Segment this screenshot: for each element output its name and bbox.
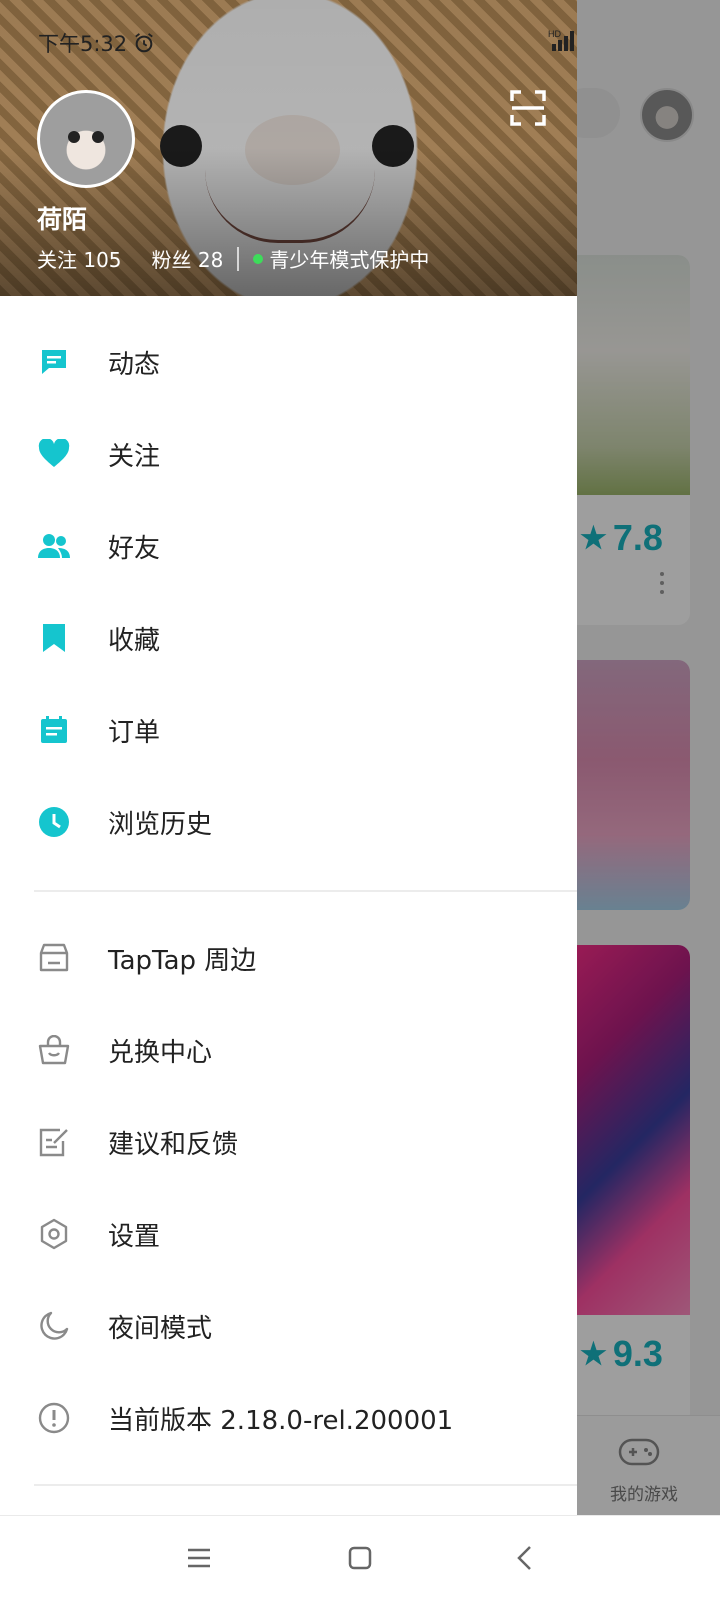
menu-item-redeem-center[interactable]: 兑换中心 (0, 1004, 577, 1096)
navigation-drawer: 下午5:32 HD 69 荷陌 关注 105 (0, 0, 577, 1515)
profile-stats: 关注 105 粉丝 28 青少年模式保护中 (37, 244, 429, 273)
profile-avatar[interactable] (37, 90, 135, 188)
menu-item-following[interactable]: 关注 (0, 408, 577, 500)
menu-divider (34, 890, 577, 892)
back-button[interactable] (510, 1542, 542, 1574)
menu-item-taptap-merch[interactable]: TapTap 周边 (0, 912, 577, 1004)
teen-mode-status[interactable]: 青少年模式保护中 (269, 244, 429, 273)
svg-text:HD: HD (548, 29, 561, 39)
home-button[interactable] (344, 1542, 376, 1574)
bookmark-icon (38, 622, 70, 654)
menu-item-version[interactable]: 当前版本 2.18.0-rel.200001 (0, 1372, 577, 1464)
system-navigation-bar (0, 1515, 720, 1601)
menu-item-favorites[interactable]: 收藏 (0, 592, 577, 684)
store-icon (38, 942, 70, 974)
menu-item-friends[interactable]: 好友 (0, 500, 577, 592)
status-bar-time: 下午5:32 (38, 28, 155, 58)
secondary-menu: TapTap 周边 兑换中心 建议和反馈 设置 夜间模式 当前版本 2.18.0… (0, 912, 577, 1464)
menu-divider (34, 1484, 577, 1486)
menu-item-orders[interactable]: 订单 (0, 684, 577, 776)
feed-icon (38, 346, 70, 378)
feedback-icon (38, 1126, 70, 1158)
menu-item-night-mode[interactable]: 夜间模式 (0, 1280, 577, 1372)
menu-item-feedback[interactable]: 建议和反馈 (0, 1096, 577, 1188)
settings-icon (38, 1218, 70, 1250)
menu-item-feed[interactable]: 动态 (0, 316, 577, 408)
moon-icon (38, 1310, 70, 1342)
followers-link[interactable]: 粉丝 28 (152, 244, 224, 273)
friends-icon (38, 530, 70, 562)
alarm-icon (135, 33, 153, 53)
primary-menu: 动态 关注 好友 收藏 订单 浏览历史 (0, 316, 577, 868)
divider (237, 246, 240, 271)
order-icon (38, 714, 70, 746)
clock-icon (38, 806, 70, 838)
recents-button[interactable] (183, 1542, 215, 1574)
username[interactable]: 荷陌 (37, 200, 87, 236)
menu-item-history[interactable]: 浏览历史 (0, 776, 577, 868)
heart-icon (38, 438, 70, 470)
info-icon (38, 1402, 70, 1434)
menu-item-settings[interactable]: 设置 (0, 1188, 577, 1280)
scan-icon[interactable] (508, 88, 548, 128)
following-link[interactable]: 关注 105 (37, 244, 122, 273)
shopping-bag-icon (38, 1034, 70, 1066)
signal-icon: HD (548, 29, 574, 51)
status-dot-icon (253, 253, 264, 264)
